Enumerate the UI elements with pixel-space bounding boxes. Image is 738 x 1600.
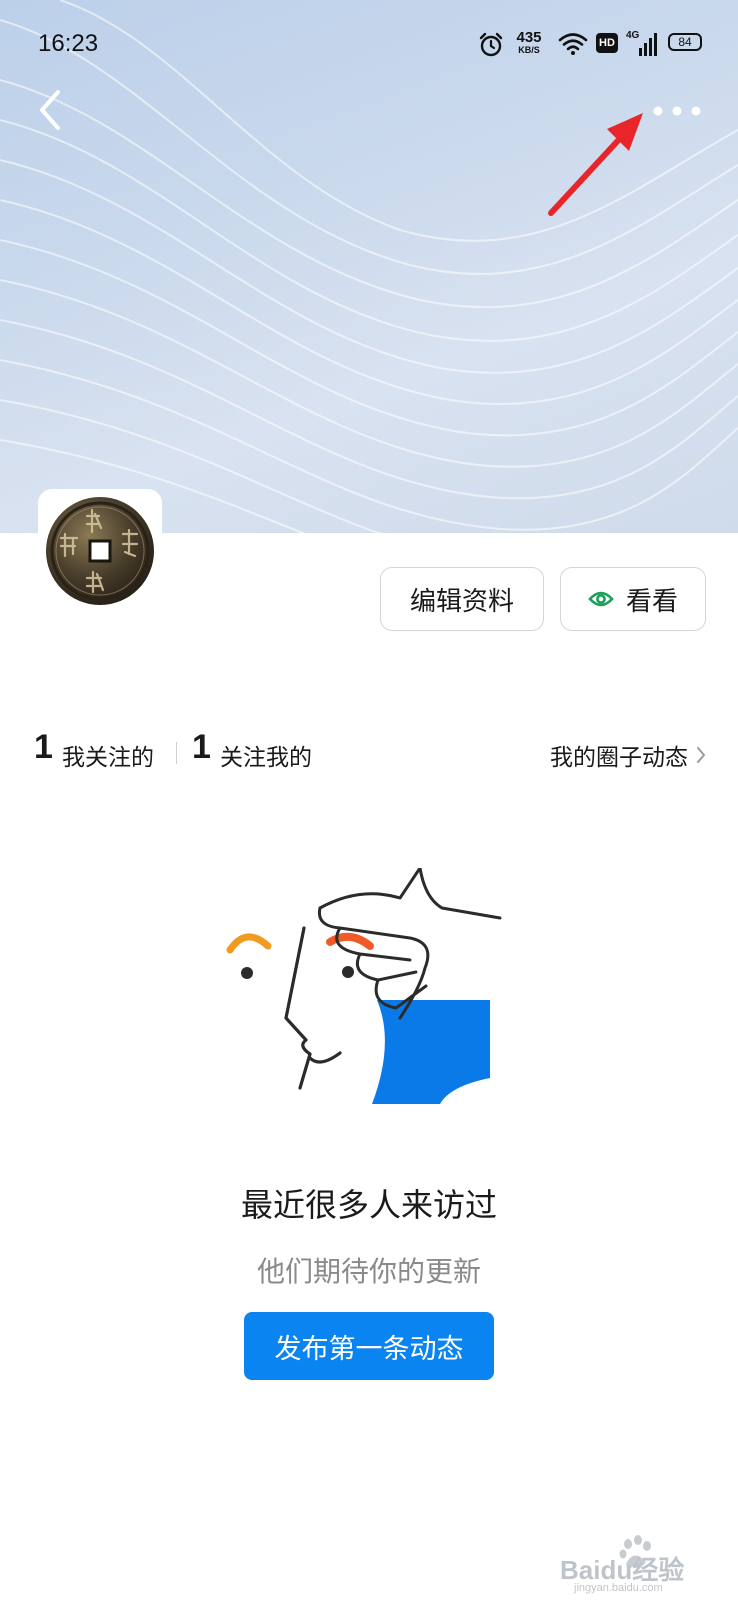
followers-label: 关注我的 [220,745,312,771]
wifi-icon [558,33,588,55]
baidu-watermark: Baidu经验 jingyan.baidu.com [560,1530,730,1596]
network-type: 4G [626,30,640,41]
followers-stat[interactable]: 1 关注我的 [192,728,322,774]
hd-badge-text: HD [599,37,615,49]
publish-button-label: 发布第一条动态 [274,1333,464,1365]
watermark-url: jingyan.baidu.com [574,1582,663,1594]
edit-profile-button[interactable]: 编辑资料 [380,567,544,631]
followers-count: 1 [192,728,211,766]
empty-state-subtitle: 他们期待你的更新 [256,1255,481,1288]
battery-level: 84 [678,35,692,49]
stats-divider [176,742,177,764]
coin-avatar-image [46,497,154,605]
empty-state-illustration [226,868,502,1104]
chevron-right-icon [697,747,705,763]
status-icons: 435 KB/S HD 4G 84 [478,28,708,62]
hd-icon: HD [596,33,618,53]
more-button[interactable] [648,98,708,124]
look-label: 看看 [625,586,678,617]
chevron-left-icon [40,90,60,130]
signal-icon: 4G [626,30,657,56]
net-speed-value: 435 [516,29,542,46]
following-stat[interactable]: 1 我关注的 [34,728,164,774]
status-time: 16:23 [38,30,99,57]
avatar[interactable] [38,489,162,613]
battery-icon: 84 [668,33,702,51]
following-count: 1 [34,728,53,766]
stats-row: 1 我关注的 1 关注我的 我的圈子动态 [34,728,706,774]
following-label: 我关注的 [62,745,154,771]
net-speed: 435 KB/S [512,30,546,55]
publish-first-post-button[interactable]: 发布第一条动态 [244,1312,494,1380]
status-bar: 16:23 435 KB/S HD 4G 84 [0,0,738,90]
net-speed-unit: KB/S [518,45,540,55]
alarm-icon [479,32,503,57]
empty-state-title: 最近很多人来访过 [240,1186,497,1224]
more-dots-icon [653,106,701,116]
circle-feed-link[interactable]: 我的圈子动态 [550,738,706,772]
eye-icon [588,591,614,607]
circle-feed-label: 我的圈子动态 [550,745,688,771]
annotation-arrow [548,113,643,216]
look-button[interactable]: 看看 [560,567,706,631]
edit-profile-label: 编辑资料 [409,586,514,617]
back-button[interactable] [30,86,70,136]
